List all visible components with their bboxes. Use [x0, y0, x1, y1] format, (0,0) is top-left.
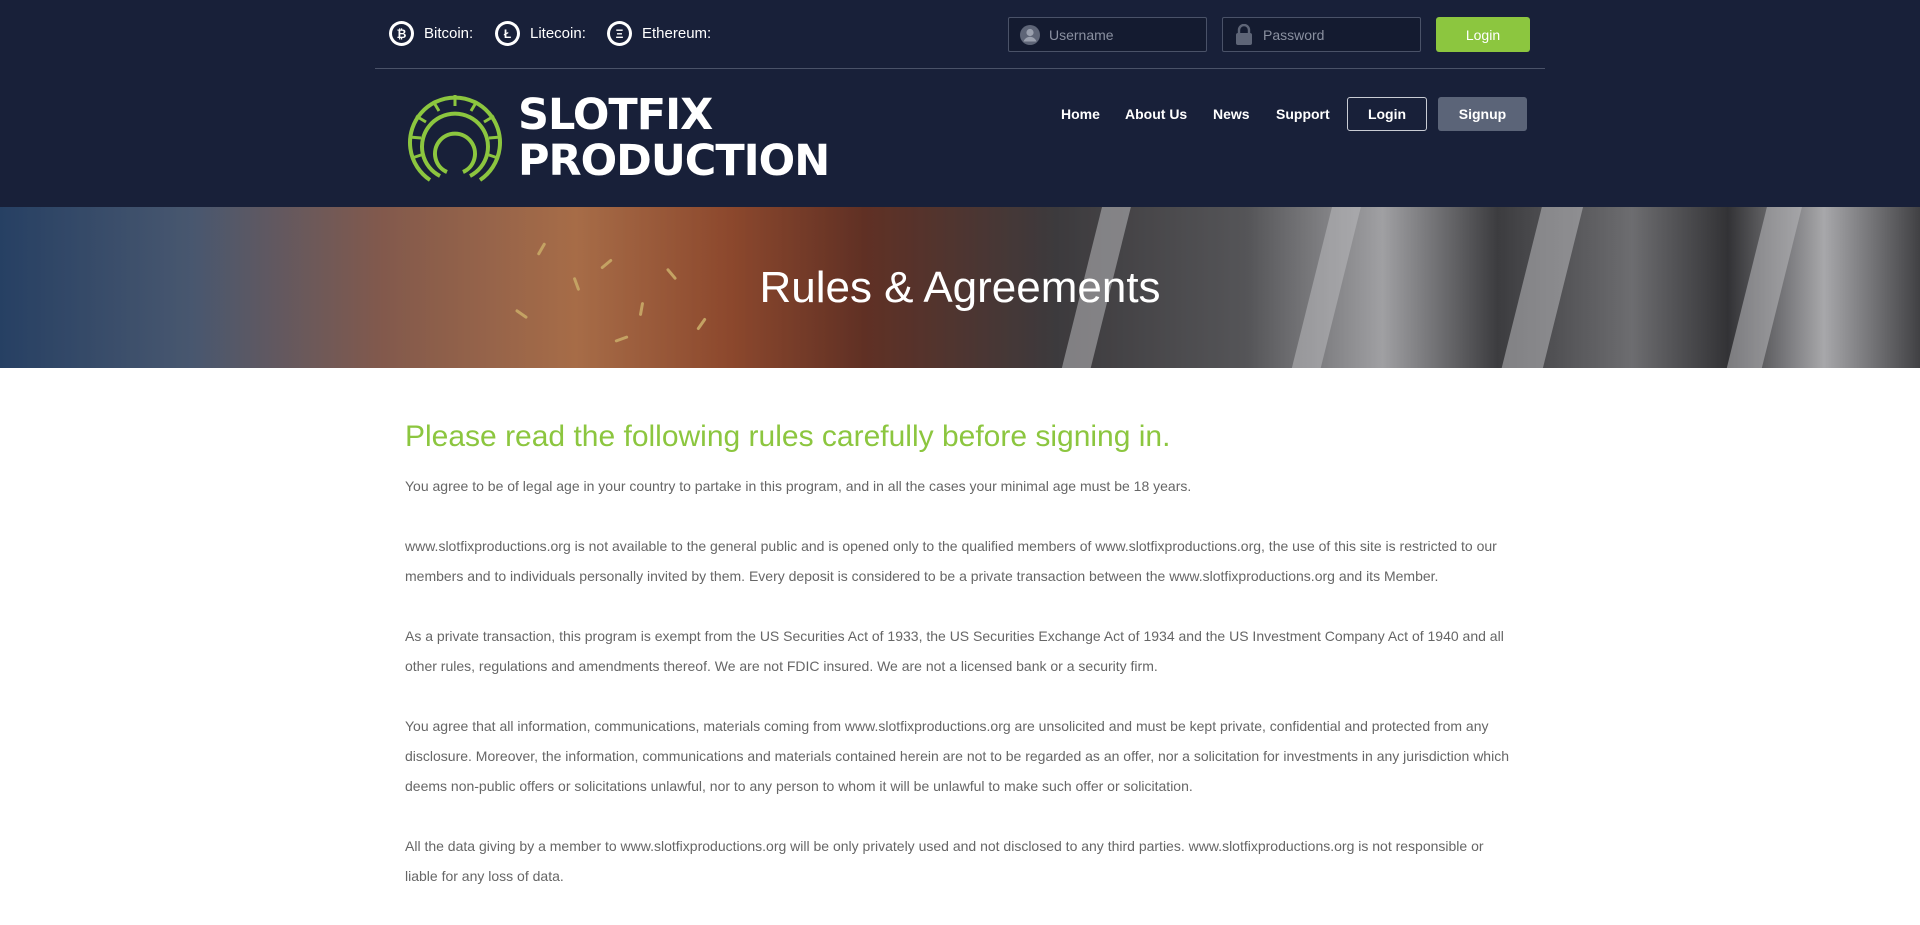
rules-content: Please read the following rules carefull… [405, 420, 1515, 921]
nav-home[interactable]: Home [1061, 97, 1100, 131]
lock-icon [1233, 23, 1255, 46]
ethereum-icon: Ξ [607, 21, 632, 46]
user-icon [1019, 24, 1041, 46]
rules-heading: Please read the following rules carefull… [405, 420, 1171, 453]
litecoin-icon: Ł [495, 21, 520, 46]
rule-paragraph: You agree that all information, communic… [405, 718, 1509, 794]
litecoin-ticker: Ł Litecoin: [495, 21, 586, 46]
logo-line1: SLOTFIX [518, 90, 713, 140]
password-field[interactable] [1222, 17, 1421, 52]
page-title: Rules & Agreements [759, 263, 1161, 312]
nav-login-button[interactable]: Login [1347, 97, 1427, 131]
nav-signup-button[interactable]: Signup [1438, 97, 1527, 131]
bitcoin-label: Bitcoin: [424, 25, 474, 42]
bitcoin-icon: ₿ [389, 21, 414, 46]
litecoin-label: Litecoin: [530, 25, 586, 42]
bitcoin-ticker: ₿ Bitcoin: [389, 21, 473, 46]
password-input[interactable] [1263, 26, 1413, 43]
rule-paragraph: All the data giving by a member to www.s… [405, 838, 1484, 884]
username-field[interactable] [1008, 17, 1207, 52]
top-login-button[interactable]: Login [1436, 17, 1530, 52]
nav-news[interactable]: News [1213, 97, 1250, 131]
rule-paragraph: www.slotfixproductions.org is not availa… [405, 538, 1497, 584]
ethereum-label: Ethereum: [642, 25, 712, 42]
ethereum-ticker: Ξ Ethereum: [607, 21, 711, 46]
nav-about-us[interactable]: About Us [1125, 97, 1187, 131]
rule-paragraph: As a private transaction, this program i… [405, 628, 1504, 674]
rule-paragraph: You agree to be of legal age in your cou… [405, 478, 1192, 494]
logo-text: SLOTFIX PRODUCTION [518, 90, 830, 186]
logo-line2: PRODUCTION [518, 136, 830, 186]
logo[interactable]: SLOTFIX PRODUCTION [400, 90, 830, 186]
username-input[interactable] [1049, 26, 1199, 43]
nav-support[interactable]: Support [1276, 97, 1330, 131]
logo-emblem-icon [408, 95, 502, 182]
